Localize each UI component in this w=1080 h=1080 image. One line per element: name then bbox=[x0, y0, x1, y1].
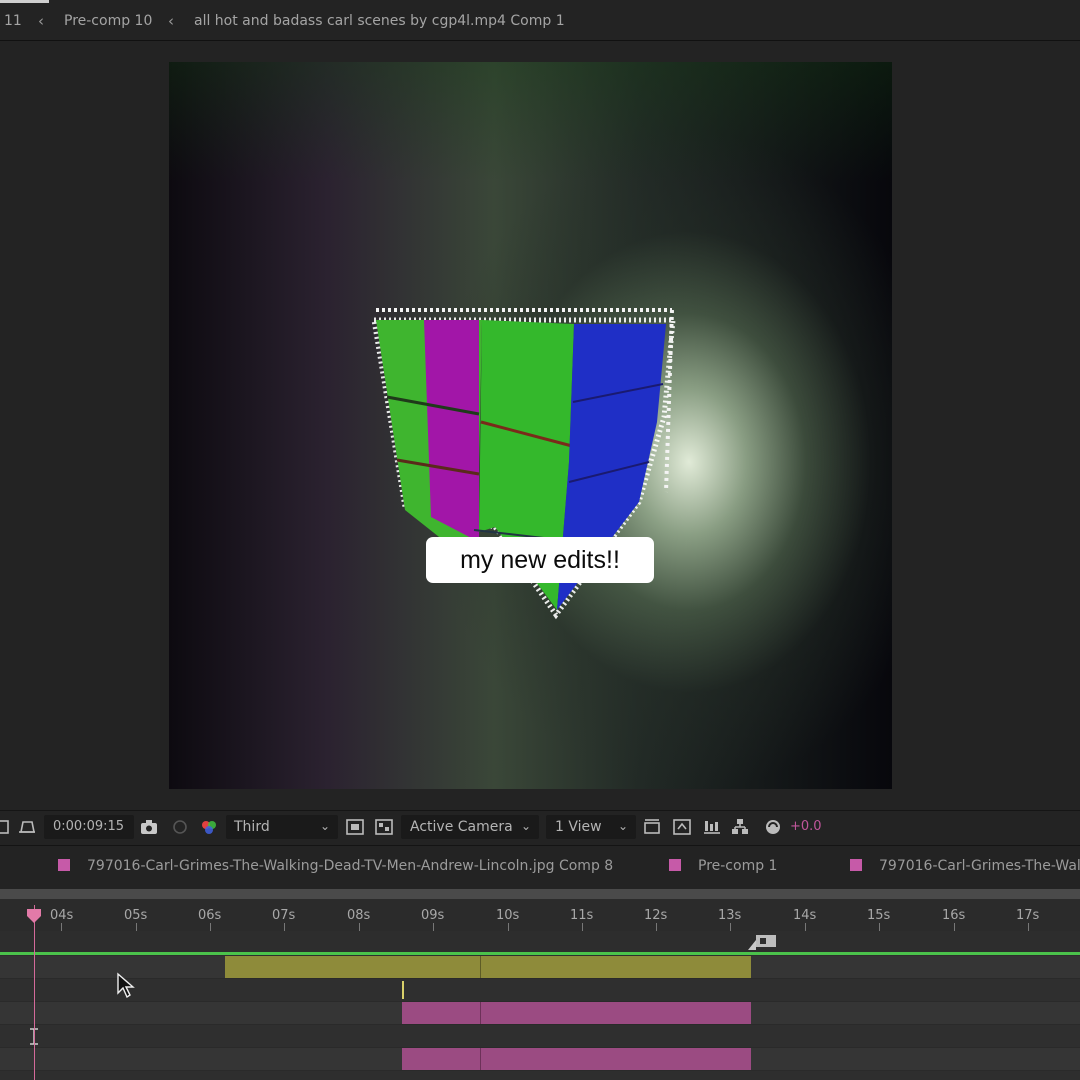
layer-bar-adjustment[interactable] bbox=[225, 956, 751, 978]
ruler-label: 17s bbox=[1016, 908, 1040, 923]
active-camera-dropdown[interactable]: Active Camera bbox=[410, 819, 513, 835]
flowchart-icon[interactable] bbox=[730, 817, 750, 837]
ruler-label: 08s bbox=[347, 908, 371, 923]
chevron-left-icon: ‹ bbox=[168, 12, 174, 30]
ruler-label: 10s bbox=[496, 908, 520, 923]
composition-canvas[interactable]: my new edits!! bbox=[169, 62, 892, 789]
resolution-dropdown[interactable]: Third bbox=[234, 819, 270, 835]
tab-pre-comp-1[interactable]: Pre-comp 1 bbox=[698, 858, 777, 874]
ruler-label: 04s bbox=[50, 908, 74, 923]
ruler-label: 11s bbox=[570, 908, 594, 923]
color-channels-icon[interactable] bbox=[199, 817, 219, 837]
fast-preview-icon[interactable] bbox=[345, 817, 365, 837]
rubiks-cube-image bbox=[371, 308, 676, 620]
ruler-tick bbox=[805, 923, 806, 931]
chevron-left-icon: ‹ bbox=[38, 12, 44, 30]
layer-row[interactable] bbox=[0, 1025, 1080, 1048]
ruler-tick bbox=[359, 923, 360, 931]
ruler-tick bbox=[284, 923, 285, 931]
layer-in-point[interactable] bbox=[402, 981, 404, 999]
label-color-swatch bbox=[58, 859, 70, 871]
ruler-tick bbox=[582, 923, 583, 931]
current-time-display[interactable]: 0:00:09:15 bbox=[53, 819, 124, 834]
caption-overlay: my new edits!! bbox=[426, 537, 654, 583]
tab-carl-grimes-truncated[interactable]: 797016-Carl-Grimes-The-Wal bbox=[879, 858, 1080, 874]
label-color-swatch bbox=[850, 859, 862, 871]
timeline-icon[interactable] bbox=[702, 817, 722, 837]
camera-snapshot-icon[interactable] bbox=[139, 817, 159, 837]
split-line bbox=[480, 1002, 481, 1024]
breadcrumb-item-precomp-10[interactable]: Pre-comp 10 bbox=[64, 13, 152, 29]
ruler-tick bbox=[879, 923, 880, 931]
playhead-handle-icon[interactable] bbox=[26, 908, 42, 924]
ruler-label: 07s bbox=[272, 908, 296, 923]
split-line bbox=[480, 1048, 481, 1070]
reset-exposure-icon[interactable] bbox=[763, 817, 783, 837]
ruler-label: 12s bbox=[644, 908, 668, 923]
transparency-grid-icon[interactable] bbox=[17, 817, 37, 837]
layer-row[interactable] bbox=[0, 1048, 1080, 1071]
comp-marker-icon[interactable] bbox=[746, 932, 778, 952]
label-color-swatch bbox=[669, 859, 681, 871]
ruler-tick bbox=[730, 923, 731, 931]
active-tab-indicator bbox=[0, 0, 49, 3]
ruler-label: 09s bbox=[421, 908, 445, 923]
ruler-tick bbox=[61, 923, 62, 931]
ruler-tick bbox=[136, 923, 137, 931]
tab-carl-grimes-comp-8[interactable]: 797016-Carl-Grimes-The-Walking-Dead-TV-M… bbox=[87, 858, 613, 874]
viewer-toolbar: 0:00:09:15 Third ⌄ Active Camera ⌄ 1 Vie… bbox=[0, 810, 1080, 843]
layer-row[interactable] bbox=[0, 956, 1080, 979]
playhead-line[interactable] bbox=[34, 905, 35, 1080]
ruler-tick bbox=[508, 923, 509, 931]
region-icon[interactable] bbox=[0, 817, 14, 837]
fast-previews-icon[interactable] bbox=[672, 817, 692, 837]
composition-viewer[interactable]: my new edits!! bbox=[0, 41, 1080, 809]
toggle-pixel-aspect-icon[interactable] bbox=[642, 817, 662, 837]
breadcrumb-item-main-comp[interactable]: all hot and badass carl scenes by cgp4l.… bbox=[194, 13, 565, 29]
ruler-label: 14s bbox=[793, 908, 817, 923]
ruler-tick bbox=[210, 923, 211, 931]
chevron-down-icon: ⌄ bbox=[320, 819, 331, 833]
chevron-down-icon: ⌄ bbox=[618, 819, 629, 833]
time-ruler[interactable]: 04s 05s 06s 07s 08s 09s 10s 11s 12s 13s … bbox=[0, 889, 1080, 931]
layer-row[interactable] bbox=[0, 1002, 1080, 1025]
show-snapshot-icon[interactable] bbox=[170, 817, 190, 837]
timeline-tab-bar: 797016-Carl-Grimes-The-Walking-Dead-TV-M… bbox=[0, 845, 1080, 890]
chevron-down-icon: ⌄ bbox=[521, 819, 532, 833]
ruler-tick bbox=[656, 923, 657, 931]
view-layout-dropdown[interactable]: 1 View bbox=[555, 819, 602, 835]
ruler-tick bbox=[954, 923, 955, 931]
checkerboard-icon[interactable] bbox=[374, 817, 394, 837]
ruler-label: 13s bbox=[718, 908, 742, 923]
layer-row[interactable] bbox=[0, 979, 1080, 1002]
composition-breadcrumb-bar: 11 ‹ Pre-comp 10 ‹ all hot and badass ca… bbox=[0, 0, 1080, 41]
layer-bar-precomp[interactable] bbox=[402, 1002, 751, 1024]
mouse-pointer-icon bbox=[117, 972, 135, 999]
layer-bar-precomp[interactable] bbox=[402, 1048, 751, 1070]
layer-duration-line bbox=[0, 952, 1080, 955]
ruler-label: 15s bbox=[867, 908, 891, 923]
exposure-value[interactable]: +0.0 bbox=[790, 819, 822, 834]
work-area-bar[interactable] bbox=[0, 889, 1080, 899]
breadcrumb-item-precomp-11[interactable]: 11 bbox=[4, 13, 22, 29]
ruler-label: 05s bbox=[124, 908, 148, 923]
ruler-label: 16s bbox=[942, 908, 966, 923]
ruler-tick bbox=[1028, 923, 1029, 931]
layer-tracks[interactable] bbox=[0, 931, 1080, 1080]
marker-row bbox=[0, 931, 1080, 953]
ruler-tick bbox=[433, 923, 434, 931]
timeline-panel: 797016-Carl-Grimes-The-Walking-Dead-TV-M… bbox=[0, 845, 1080, 1080]
ruler-label: 06s bbox=[198, 908, 222, 923]
split-line bbox=[480, 956, 481, 978]
